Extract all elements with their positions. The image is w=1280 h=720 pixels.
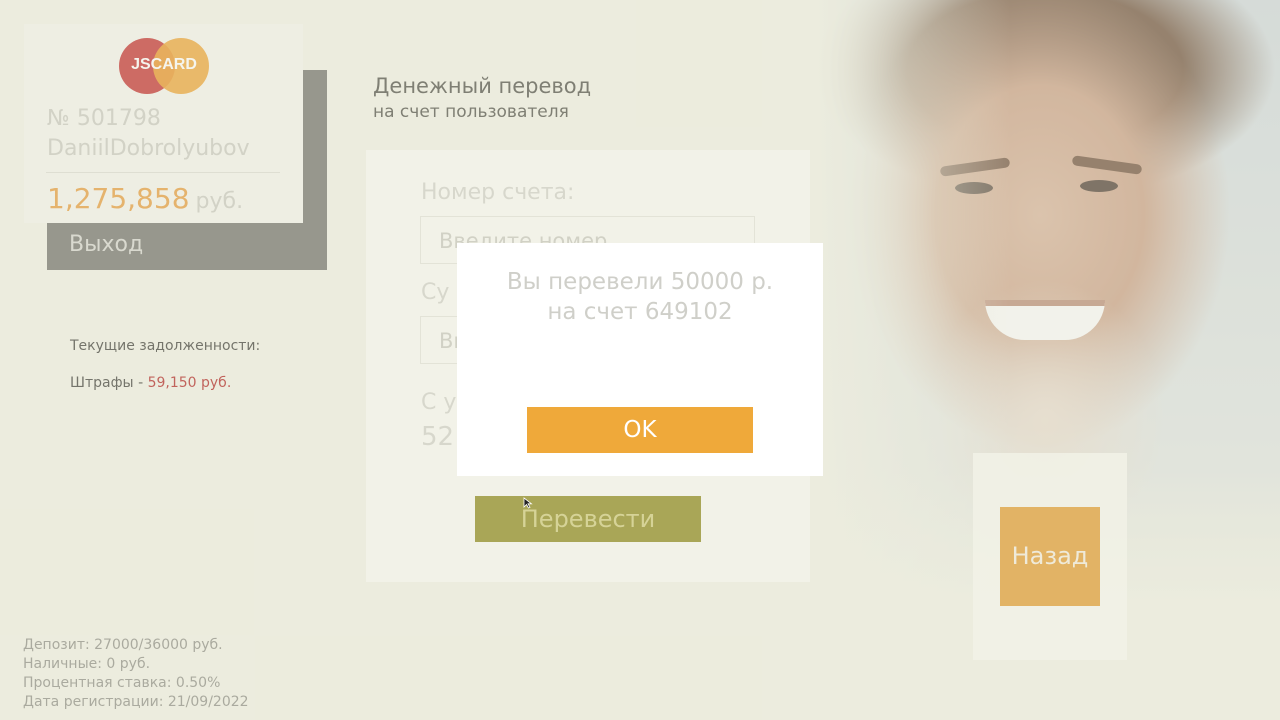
confirmation-dialog: Вы перевели 50000 р. на счет 649102 OK [457,243,823,476]
ok-button[interactable]: OK [527,407,753,453]
dialog-message-amount: Вы перевели 50000 р. [506,269,774,295]
dialog-message-account: на счет 649102 [547,299,733,325]
mouse-cursor-icon [523,497,533,509]
